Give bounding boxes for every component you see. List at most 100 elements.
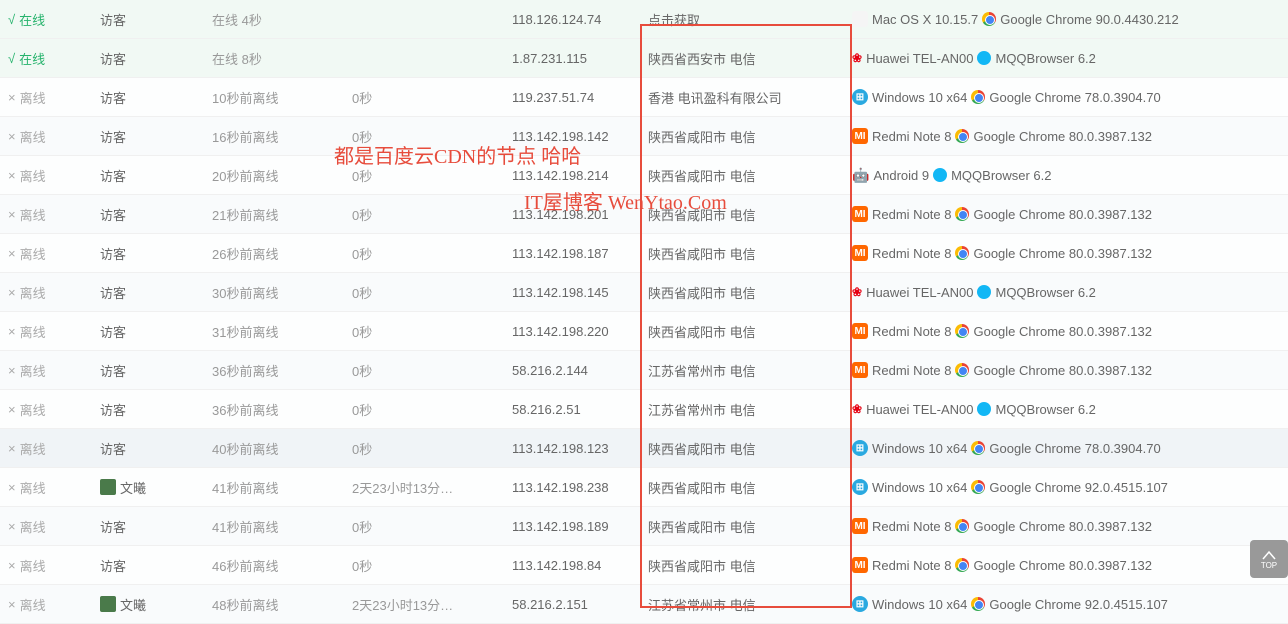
visitor-cell: 访客 [100,517,212,536]
status-mark-icon: × [8,519,16,534]
huawei-icon: ❀ [852,51,862,65]
ip-cell: 58.216.2.151 [512,597,642,612]
location-cell[interactable]: 陕西省咸阳市 电信 [642,556,852,575]
status-cell: ×离线 [0,166,100,185]
status-text: 离线 [20,517,46,536]
table-row[interactable]: ×离线访客31秒前离线0秒113.142.198.220陕西省咸阳市 电信MIR… [0,312,1288,351]
table-row[interactable]: ×离线访客10秒前离线0秒119.237.51.74香港 电讯盈科有限公司⊞Wi… [0,78,1288,117]
status-mark-icon: × [8,441,16,456]
location-cell[interactable]: 陕西省咸阳市 电信 [642,517,852,536]
visitor-name: 访客 [100,283,126,302]
table-row[interactable]: ×离线访客26秒前离线0秒113.142.198.187陕西省咸阳市 电信MIR… [0,234,1288,273]
time-cell: 在线 8秒 [212,49,352,68]
location-cell[interactable]: 陕西省咸阳市 电信 [642,439,852,458]
status-text: 离线 [20,478,46,497]
table-row[interactable]: ×离线访客20秒前离线0秒113.142.198.214陕西省咸阳市 电信🤖An… [0,156,1288,195]
location-cell[interactable]: 点击获取 [642,10,852,29]
browser-text: Google Chrome 92.0.4515.107 [989,480,1168,495]
table-row[interactable]: ×离线访客30秒前离线0秒113.142.198.145陕西省咸阳市 电信❀Hu… [0,273,1288,312]
time-cell: 41秒前离线 [212,517,352,536]
status-mark-icon: × [8,285,16,300]
time-cell: 10秒前离线 [212,88,352,107]
status-text: 离线 [20,244,46,263]
useragent-cell: 🤖Android 9 MQQBrowser 6.2 [852,167,1288,184]
location-cell[interactable]: 陕西省咸阳市 电信 [642,205,852,224]
time-cell: 21秒前离线 [212,205,352,224]
visitor-cell: 访客 [100,49,212,68]
status-cell: √在线 [0,49,100,68]
chrome-icon [955,363,969,377]
os-text: Windows 10 x64 [872,90,967,105]
table-row[interactable]: ×离线访客36秒前离线0秒58.216.2.144江苏省常州市 电信MIRedm… [0,351,1288,390]
location-cell[interactable]: 江苏省常州市 电信 [642,400,852,419]
avatar [100,596,116,612]
browser-text: Google Chrome 92.0.4515.107 [989,597,1168,612]
status-text: 离线 [20,88,46,107]
location-cell[interactable]: 陕西省西安市 电信 [642,49,852,68]
browser-text: Google Chrome 80.0.3987.132 [973,207,1152,222]
windows-icon: ⊞ [852,89,868,105]
visitor-cell: 文曦 [100,595,212,614]
useragent-cell: ⊞Windows 10 x64 Google Chrome 92.0.4515.… [852,479,1288,495]
table-row[interactable]: ×离线文曦48秒前离线2天23小时13分…58.216.2.151江苏省常州市 … [0,585,1288,624]
table-row[interactable]: √在线访客在线 8秒1.87.231.115陕西省西安市 电信❀Huawei T… [0,39,1288,78]
os-text: Windows 10 x64 [872,441,967,456]
table-row[interactable]: ×离线访客21秒前离线0秒113.142.198.201陕西省咸阳市 电信MIR… [0,195,1288,234]
ip-cell: 113.142.198.187 [512,246,642,261]
status-mark-icon: × [8,324,16,339]
useragent-cell: ⊞Windows 10 x64 Google Chrome 78.0.3904.… [852,89,1288,105]
table-row[interactable]: ×离线访客41秒前离线0秒113.142.198.189陕西省咸阳市 电信MIR… [0,507,1288,546]
os-text: Huawei TEL-AN00 [866,285,973,300]
duration-cell: 0秒 [352,283,512,302]
location-cell[interactable]: 陕西省咸阳市 电信 [642,283,852,302]
location-cell[interactable]: 江苏省常州市 电信 [642,595,852,614]
chrome-icon [955,519,969,533]
location-cell[interactable]: 陕西省咸阳市 电信 [642,478,852,497]
ip-cell: 113.142.198.123 [512,441,642,456]
table-row[interactable]: ×离线访客36秒前离线0秒58.216.2.51江苏省常州市 电信❀Huawei… [0,390,1288,429]
duration-cell: 0秒 [352,88,512,107]
ip-cell: 119.237.51.74 [512,90,642,105]
status-cell: ×离线 [0,127,100,146]
visitor-name: 访客 [100,88,126,107]
table-row[interactable]: ×离线访客46秒前离线0秒113.142.198.84陕西省咸阳市 电信MIRe… [0,546,1288,585]
location-cell[interactable]: 陕西省咸阳市 电信 [642,166,852,185]
visitor-name: 文曦 [120,478,146,497]
table-row[interactable]: ×离线访客16秒前离线0秒113.142.198.142陕西省咸阳市 电信MIR… [0,117,1288,156]
visitor-cell: 访客 [100,244,212,263]
visitor-cell: 访客 [100,556,212,575]
location-cell[interactable]: 陕西省咸阳市 电信 [642,244,852,263]
qq-browser-icon [977,51,991,65]
status-cell: ×离线 [0,400,100,419]
visitor-cell: 访客 [100,88,212,107]
xiaomi-icon: MI [852,323,868,339]
location-cell[interactable]: 香港 电讯盈科有限公司 [642,88,852,107]
status-mark-icon: × [8,597,16,612]
table-row[interactable]: √在线访客在线 4秒118.126.124.74点击获取Mac OS X 10.… [0,0,1288,39]
os-text: Android 9 [873,168,929,183]
time-cell: 36秒前离线 [212,400,352,419]
os-text: Mac OS X 10.15.7 [872,12,978,27]
duration-cell: 0秒 [352,439,512,458]
scroll-to-top-button[interactable]: TOP [1250,540,1288,578]
qq-browser-icon [977,402,991,416]
table-row[interactable]: ×离线文曦41秒前离线2天23小时13分…113.142.198.238陕西省咸… [0,468,1288,507]
ip-cell: 118.126.124.74 [512,12,642,27]
status-text: 在线 [19,49,45,68]
status-cell: ×离线 [0,595,100,614]
ip-cell: 113.142.198.84 [512,558,642,573]
visitor-name: 访客 [100,49,126,68]
status-cell: × 离线 [0,439,100,458]
status-mark-icon: × [8,129,16,144]
useragent-cell: MIRedmi Note 8 Google Chrome 80.0.3987.1… [852,518,1288,534]
xiaomi-icon: MI [852,518,868,534]
location-cell[interactable]: 陕西省咸阳市 电信 [642,127,852,146]
browser-text: Google Chrome 80.0.3987.132 [973,519,1152,534]
location-cell[interactable]: 江苏省常州市 电信 [642,361,852,380]
location-cell[interactable]: 陕西省咸阳市 电信 [642,322,852,341]
useragent-cell: ❀Huawei TEL-AN00 MQQBrowser 6.2 [852,285,1288,300]
arrow-up-icon [1261,549,1277,561]
table-row[interactable]: ×离线访客40秒前离线0秒113.142.198.123陕西省咸阳市 电信⊞Wi… [0,429,1288,468]
status-text: 离线 [20,439,46,458]
useragent-cell: MIRedmi Note 8 Google Chrome 80.0.3987.1… [852,206,1288,222]
